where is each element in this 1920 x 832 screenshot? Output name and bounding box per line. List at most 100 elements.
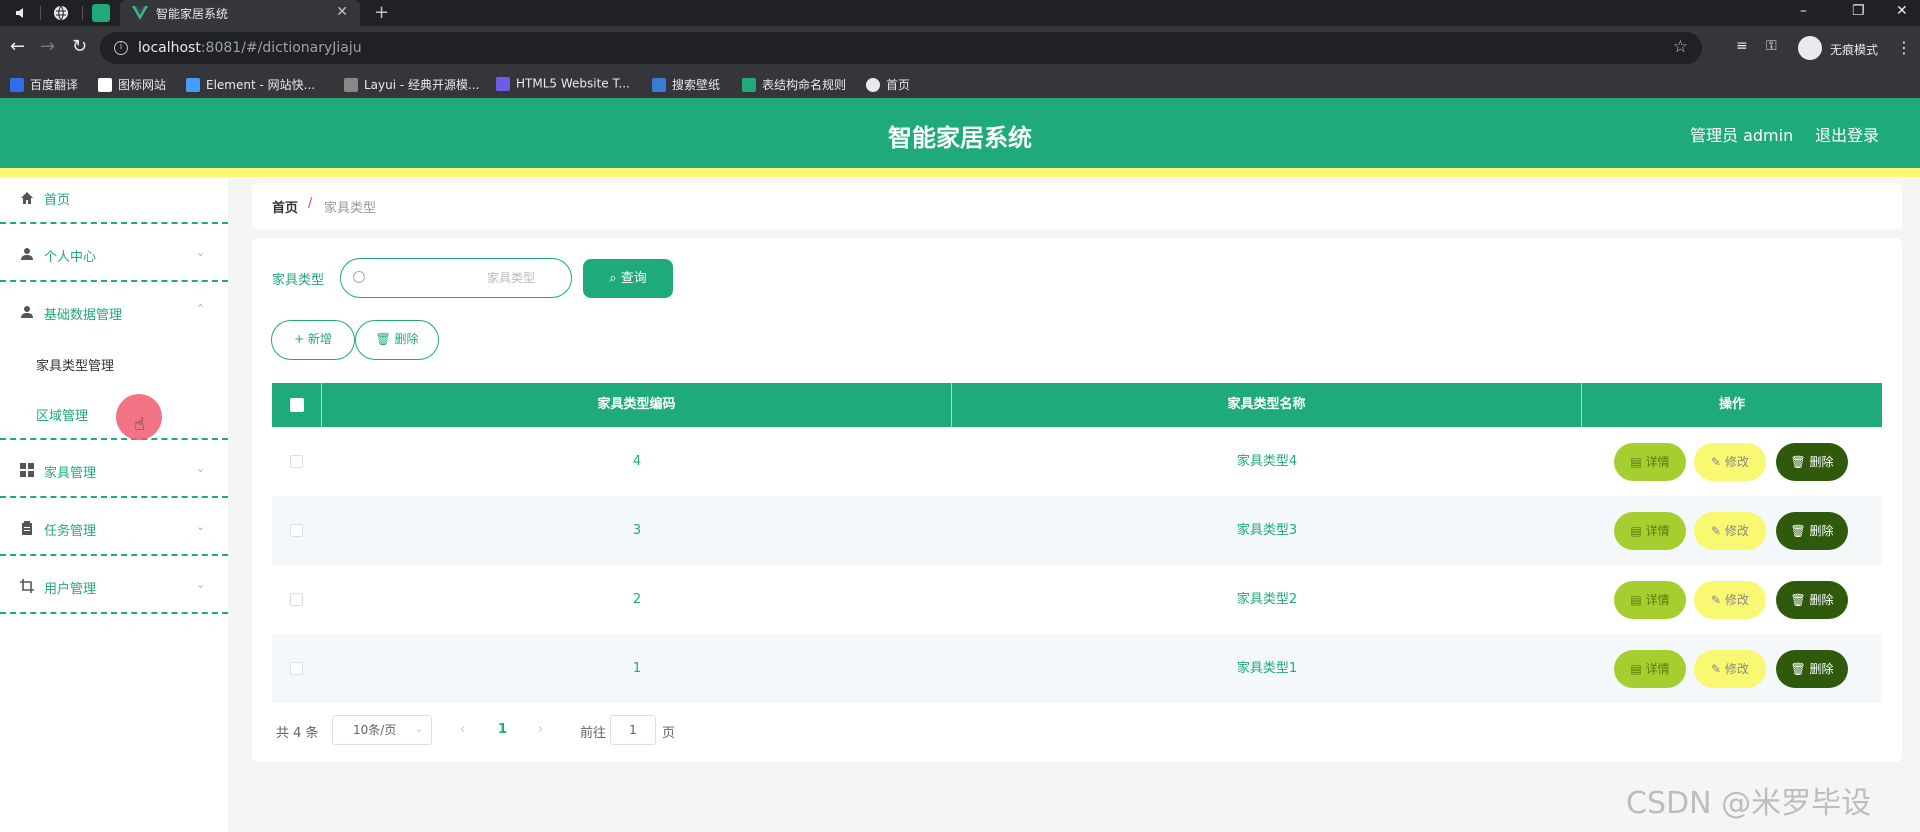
forward-icon[interactable]: → bbox=[40, 38, 55, 56]
app-header: 智能家居系统 管理员 admin 退出登录 bbox=[0, 98, 1920, 168]
select-all-checkbox[interactable] bbox=[290, 398, 304, 412]
reload-icon[interactable]: ↻ bbox=[72, 38, 87, 56]
home-icon bbox=[21, 192, 33, 204]
user-icon bbox=[21, 248, 33, 260]
delete-button[interactable]: 🗑 删除 bbox=[1776, 443, 1848, 481]
edit-button[interactable]: ✎ 修改 bbox=[1694, 512, 1766, 550]
info-icon[interactable]: i bbox=[114, 41, 128, 55]
breadcrumb-separator: / bbox=[308, 196, 313, 211]
reading-list-icon[interactable]: ≡ bbox=[1736, 38, 1748, 54]
sidebar-item-furniture[interactable]: 家具管理 ⌄ bbox=[0, 445, 228, 501]
sidebar-subitem-furniture-type[interactable]: 家具类型管理 bbox=[36, 355, 114, 374]
tab-title: 智能家居系统 bbox=[156, 7, 229, 21]
vue-logo-icon bbox=[132, 6, 148, 20]
key-icon[interactable]: ⚿ bbox=[1766, 38, 1777, 54]
speaker-icon[interactable] bbox=[14, 5, 30, 21]
browser-menu-icon[interactable]: ⋮ bbox=[1896, 38, 1912, 57]
globe-icon[interactable] bbox=[52, 4, 70, 22]
cell-name: 家具类型2 bbox=[1236, 592, 1298, 607]
restore-icon[interactable]: ❐ bbox=[1852, 3, 1865, 19]
bookmark-item[interactable]: Element - 网站快... bbox=[186, 76, 315, 92]
breadcrumb: 首页 / 家具类型 bbox=[252, 183, 1902, 229]
bookmark-item[interactable]: 表结构命名规则 bbox=[742, 76, 846, 92]
delete-button[interactable]: 🗑 删除 bbox=[1776, 581, 1848, 619]
detail-button[interactable]: ▤ 详情 bbox=[1614, 650, 1686, 688]
incognito-badge[interactable]: 无痕模式 bbox=[1798, 33, 1908, 63]
cell-code: 4 bbox=[632, 454, 642, 469]
row-checkbox[interactable] bbox=[290, 524, 303, 537]
bookmark-star-icon[interactable]: ☆ bbox=[1673, 37, 1688, 57]
menu-divider bbox=[0, 612, 228, 614]
logout-link[interactable]: 退出登录 bbox=[1815, 122, 1879, 146]
trash-icon: 🗑 bbox=[375, 332, 391, 346]
table-row: 2 家具类型2 ▤ 详情 ✎ 修改 🗑 删除 bbox=[272, 565, 1882, 634]
page-size-select[interactable]: 10条/页 ⌄ bbox=[332, 715, 432, 745]
bookmark-item[interactable]: 百度翻译 bbox=[10, 76, 78, 92]
crop-icon bbox=[20, 579, 34, 593]
page-number[interactable]: 1 bbox=[498, 722, 507, 737]
search-icon bbox=[353, 271, 365, 283]
detail-button[interactable]: ▤ 详情 bbox=[1614, 581, 1686, 619]
sidebar-item-users[interactable]: 用户管理 ⌄ bbox=[0, 561, 228, 617]
delete-button[interactable]: 🗑 删除 bbox=[1776, 512, 1848, 550]
breadcrumb-home[interactable]: 首页 bbox=[272, 197, 298, 216]
column-header-actions: 操作 bbox=[1718, 397, 1745, 412]
query-button[interactable]: ⌕ 查询 bbox=[583, 259, 673, 298]
search-input[interactable] bbox=[371, 267, 561, 289]
globe-icon bbox=[866, 77, 880, 92]
active-tab[interactable]: 智能家居系统 ✕ bbox=[120, 0, 360, 26]
batch-delete-button[interactable]: 🗑 删除 bbox=[355, 320, 439, 360]
wallpaper-icon bbox=[652, 77, 666, 92]
menu-divider bbox=[0, 496, 228, 498]
prev-page-button[interactable]: ‹ bbox=[460, 722, 465, 737]
sidebar-item-task[interactable]: 任务管理 ⌄ bbox=[0, 503, 228, 559]
new-tab-icon[interactable]: + bbox=[374, 2, 389, 23]
add-button[interactable]: + 新增 bbox=[271, 320, 355, 360]
sidebar-item-profile[interactable]: 个人中心 ⌄ bbox=[0, 229, 228, 285]
address-bar: ← → ↻ i localhost:8081/#/dictionaryJiaju… bbox=[0, 26, 1920, 70]
detail-button[interactable]: ▤ 详情 bbox=[1614, 512, 1686, 550]
tab-separator bbox=[40, 6, 41, 20]
url-field[interactable]: i localhost:8081/#/dictionaryJiaju ☆ bbox=[100, 32, 1702, 64]
next-page-button[interactable]: › bbox=[538, 722, 543, 737]
sidebar-subitem-area[interactable]: 区域管理 bbox=[36, 405, 88, 424]
detail-button[interactable]: ▤ 详情 bbox=[1614, 443, 1686, 481]
row-checkbox[interactable] bbox=[290, 662, 303, 675]
url-host: localhost bbox=[138, 40, 201, 56]
search-input-wrapper[interactable] bbox=[340, 258, 572, 298]
edit-button[interactable]: ✎ 修改 bbox=[1694, 443, 1766, 481]
sidebar-item-home[interactable]: 首页 bbox=[0, 177, 228, 233]
app-title: 智能家居系统 bbox=[888, 124, 1032, 152]
table-row: 3 家具类型3 ▤ 详情 ✎ 修改 🗑 删除 bbox=[272, 496, 1882, 565]
column-header-code[interactable]: 家具类型编码 bbox=[322, 383, 952, 427]
table-header: 家具类型编码 家具类型名称 操作 bbox=[272, 383, 1882, 427]
hand-cursor-icon: ☝ bbox=[134, 414, 145, 435]
cell-name: 家具类型1 bbox=[1236, 661, 1298, 676]
bookmarks-bar: 百度翻译 图标网站 Element - 网站快... Layui - 经典开源模… bbox=[0, 70, 1920, 98]
sidebar-item-base-data[interactable]: 基础数据管理 ⌃ bbox=[0, 287, 228, 343]
window-close-icon[interactable]: ✕ bbox=[1896, 3, 1908, 19]
edit-button[interactable]: ✎ 修改 bbox=[1694, 581, 1766, 619]
bookmark-item[interactable]: 搜索壁纸 bbox=[652, 76, 720, 92]
chevron-down-icon: ⌄ bbox=[196, 578, 206, 591]
user-icon bbox=[21, 306, 33, 318]
delete-button[interactable]: 🗑 删除 bbox=[1776, 650, 1848, 688]
bookmark-item[interactable]: 图标网站 bbox=[98, 76, 166, 92]
column-header-name[interactable]: 家具类型名称 bbox=[952, 383, 1582, 427]
minimize-icon[interactable]: – bbox=[1800, 3, 1807, 19]
flag-icon bbox=[98, 77, 112, 92]
tab-close-icon[interactable]: ✕ bbox=[336, 4, 348, 20]
app-tab-icon[interactable] bbox=[92, 4, 110, 22]
row-checkbox[interactable] bbox=[290, 593, 303, 606]
edit-button[interactable]: ✎ 修改 bbox=[1694, 650, 1766, 688]
table-row: 1 家具类型1 ▤ 详情 ✎ 修改 🗑 删除 bbox=[272, 634, 1882, 703]
bookmark-item[interactable]: HTML5 Website T... bbox=[496, 76, 630, 92]
back-icon[interactable]: ← bbox=[10, 38, 25, 56]
grid-icon bbox=[20, 463, 34, 477]
search-label: 家具类型 bbox=[272, 273, 325, 288]
bookmark-item[interactable]: 首页 bbox=[866, 76, 910, 92]
row-checkbox[interactable] bbox=[290, 455, 303, 468]
watermark: CSDN @米罗毕设 bbox=[1626, 786, 1872, 821]
bookmark-item[interactable]: Layui - 经典开源模... bbox=[344, 76, 479, 92]
goto-page-input[interactable]: 1 bbox=[610, 715, 656, 745]
